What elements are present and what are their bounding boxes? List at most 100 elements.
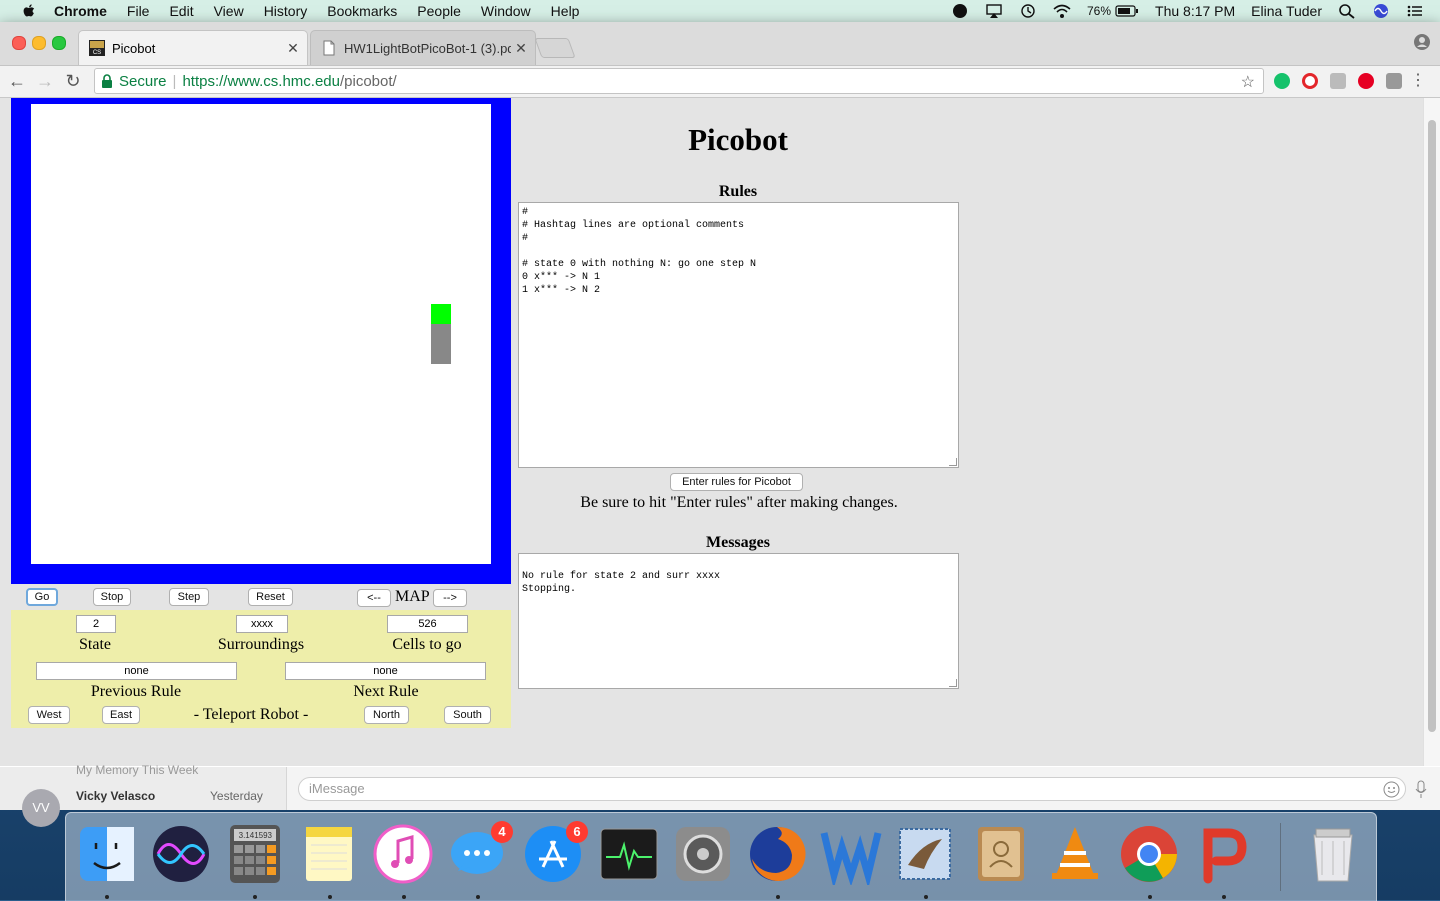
visited-cell	[431, 344, 451, 364]
messages-textarea[interactable]: No rule for state 2 and surr xxxx Stoppi…	[518, 553, 959, 689]
window-minimize-button[interactable]	[32, 36, 46, 50]
map-prev-button[interactable]: <--	[357, 589, 391, 607]
calculator-icon[interactable]: 3.141593	[224, 823, 286, 885]
state-label: State	[79, 636, 111, 653]
messages-resize-handle[interactable]	[949, 679, 957, 687]
step-button[interactable]: Step	[169, 588, 209, 606]
avatar[interactable]: VV	[22, 789, 60, 827]
scrollbar-thumb[interactable]	[1428, 120, 1436, 732]
spotlight-search-icon[interactable]	[1338, 3, 1356, 19]
airplay-icon[interactable]	[985, 3, 1003, 19]
previous-rule-field[interactable]: none	[36, 662, 237, 680]
dock: 3.141593 4 6	[65, 812, 1377, 901]
tab-pdf[interactable]: HW1LightBotPicoBot-1 (3).pd ✕	[310, 30, 536, 65]
tab-close-icon[interactable]: ✕	[511, 40, 531, 57]
rules-textarea[interactable]: # # Hashtag lines are optional comments …	[518, 202, 959, 468]
menu-app-name[interactable]: Chrome	[54, 3, 107, 19]
menu-history[interactable]: History	[264, 3, 308, 19]
reset-button[interactable]: Reset	[248, 588, 293, 606]
map-label: MAP	[395, 588, 430, 605]
teleport-north-button[interactable]: North	[364, 706, 409, 724]
forward-arrow-icon[interactable]: →	[34, 70, 56, 92]
picobot-board-frame	[11, 98, 511, 584]
apple-icon[interactable]	[20, 2, 38, 20]
window-maximize-button[interactable]	[52, 36, 66, 50]
menu-view[interactable]: View	[214, 3, 244, 19]
back-arrow-icon[interactable]: ←	[6, 70, 28, 92]
extension-pocket-icon[interactable]	[1386, 73, 1402, 89]
cells-to-go-field[interactable]: 526	[387, 615, 468, 633]
chrome-menu-icon[interactable]: ⋮	[1410, 71, 1426, 91]
teleport-south-button[interactable]: South	[444, 706, 491, 724]
clock[interactable]: Thu 8:17 PM	[1155, 3, 1235, 19]
chat-bubble-icon[interactable]	[951, 3, 969, 19]
menu-window[interactable]: Window	[481, 3, 531, 19]
menu-help[interactable]: Help	[551, 3, 580, 19]
vlc-icon[interactable]	[1044, 823, 1106, 885]
siri-icon[interactable]	[1372, 3, 1390, 19]
menu-file[interactable]: File	[127, 3, 150, 19]
new-tab-button[interactable]	[534, 38, 576, 58]
trash-icon[interactable]	[1302, 823, 1364, 885]
window-close-button[interactable]	[12, 36, 26, 50]
battery-icon[interactable]	[1115, 3, 1139, 19]
imessage-input[interactable]: iMessage	[298, 777, 1406, 801]
opera-extension-icon[interactable]	[1302, 73, 1318, 89]
menu-edit[interactable]: Edit	[169, 3, 193, 19]
url-path: /picobot/	[340, 72, 397, 90]
go-button[interactable]: Go	[26, 588, 58, 606]
mail-icon[interactable]	[894, 823, 956, 885]
next-rule-field[interactable]: none	[285, 662, 486, 680]
user-name[interactable]: Elina Tuder	[1251, 3, 1322, 19]
page-title: Picobot	[688, 122, 788, 157]
menu-people[interactable]: People	[417, 3, 461, 19]
messages-heading: Messages	[706, 534, 770, 551]
chrome-icon[interactable]	[1118, 823, 1180, 885]
grammarly-extension-icon[interactable]	[1274, 73, 1290, 89]
activity-monitor-icon[interactable]	[598, 823, 660, 885]
itunes-icon[interactable]	[372, 823, 434, 885]
rules-resize-handle[interactable]	[949, 458, 957, 466]
emoji-icon[interactable]	[1383, 781, 1400, 798]
teleport-east-button[interactable]: East	[102, 706, 140, 724]
tab-picobot[interactable]: CS Picobot ✕	[78, 30, 308, 65]
microphone-icon[interactable]	[1414, 780, 1428, 799]
time-machine-icon[interactable]	[1019, 3, 1037, 19]
browser-toolbar: ← → ↻ Secure | https://www.cs.hmc.edu/pi…	[0, 66, 1440, 98]
address-bar[interactable]: Secure | https://www.cs.hmc.edu/picobot/…	[94, 68, 1264, 94]
state-field[interactable]: 2	[76, 615, 116, 633]
system-preferences-icon[interactable]	[672, 823, 734, 885]
word-icon[interactable]	[820, 823, 882, 885]
previous-rule-label: Previous Rule	[90, 683, 182, 700]
menu-bookmarks[interactable]: Bookmarks	[327, 3, 397, 19]
finder-icon[interactable]	[76, 823, 138, 885]
contact-name[interactable]: Vicky Velasco	[76, 789, 155, 803]
reload-icon[interactable]: ↻	[62, 70, 84, 92]
conversation-time: Yesterday	[210, 789, 263, 803]
pinterest-extension-icon[interactable]	[1358, 73, 1374, 89]
running-indicator	[105, 895, 109, 899]
contacts-icon[interactable]	[970, 823, 1032, 885]
tab-bar: CS Picobot ✕ HW1LightBotPicoBot-1 (3).pd…	[0, 22, 1440, 66]
stop-button[interactable]: Stop	[93, 588, 131, 606]
notification-center-icon[interactable]	[1406, 3, 1424, 19]
page-scrollbar[interactable]	[1423, 98, 1440, 766]
bookmark-star-icon[interactable]: ☆	[1241, 72, 1255, 92]
siri-icon[interactable]	[150, 823, 212, 885]
conversation-preview: My Memory This Week	[76, 763, 199, 777]
dock-separator	[1280, 823, 1281, 891]
map-next-button[interactable]: -->	[433, 589, 467, 607]
firefox-icon[interactable]	[746, 823, 808, 885]
app-store-badge: 6	[566, 821, 588, 843]
picobot-page: Go Stop Step Reset <-- MAP --> 2 xxxx 52…	[0, 98, 1424, 766]
extension-gray-icon[interactable]	[1330, 73, 1346, 89]
teleport-west-button[interactable]: West	[28, 706, 70, 724]
notes-icon[interactable]	[298, 823, 360, 885]
enter-rules-button[interactable]: Enter rules for Picobot	[670, 473, 803, 491]
powerpoint-icon[interactable]	[1192, 823, 1254, 885]
wifi-icon[interactable]	[1053, 3, 1071, 19]
picobot-board[interactable]	[31, 104, 491, 564]
profile-icon[interactable]	[1414, 34, 1430, 50]
tab-close-icon[interactable]: ✕	[283, 40, 303, 57]
surroundings-field[interactable]: xxxx	[236, 615, 288, 633]
